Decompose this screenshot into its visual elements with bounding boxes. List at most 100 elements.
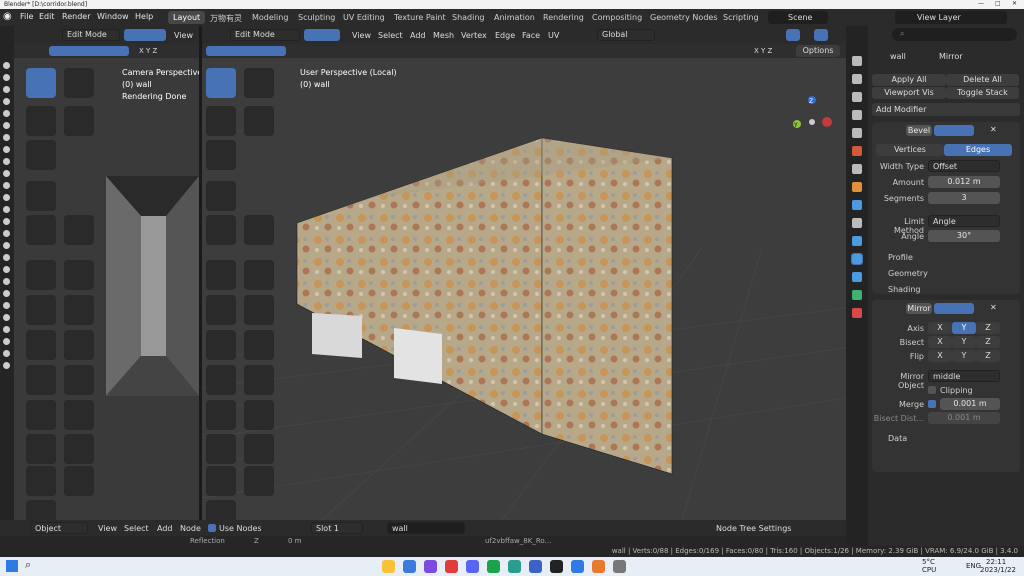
tool-button-icon[interactable] [206,365,236,395]
tool-button-icon[interactable] [26,365,56,395]
width-type-dropdown[interactable]: Offset [928,160,1000,172]
left-viewport[interactable]: Edit Mode View X Y Z Camera Perspective … [14,26,199,520]
menu-select[interactable]: Select [378,31,403,40]
axis-z-button[interactable]: Z [976,322,1000,334]
camera-visibility-icon[interactable] [3,98,10,105]
menu-face[interactable]: Face [522,31,540,40]
tool-button-icon[interactable] [26,106,56,136]
properties-search[interactable]: ⌕ [892,28,1017,41]
tool-button-icon[interactable] [26,400,56,430]
clipping-checkbox[interactable] [928,386,936,394]
axis-y-button[interactable]: Y [952,322,976,334]
bisect-x-button[interactable]: X [928,336,952,348]
properties-tab-icon[interactable] [852,290,862,300]
tab-wanwu[interactable]: 万物有灵 [205,11,247,24]
tab-animation[interactable]: Animation [489,11,540,24]
taskbar-app-icon[interactable] [466,560,479,573]
bevel-visibility-buttons[interactable] [934,125,974,136]
bevel-name-field[interactable]: Bevel [906,125,932,136]
use-nodes-checkbox[interactable] [208,524,216,532]
overlay-toggle-icon[interactable] [814,29,828,41]
tool-button-icon[interactable] [244,68,274,98]
properties-tab-icon[interactable] [852,74,862,84]
taskbar-app-icon[interactable] [424,560,437,573]
material-field[interactable]: wall [387,522,465,534]
shader-menu-node[interactable]: Node [180,524,201,533]
camera-visibility-icon[interactable] [3,290,10,297]
tool-button-icon[interactable] [206,140,236,170]
menu-render[interactable]: Render [62,12,90,21]
taskbar-app-icon[interactable] [508,560,521,573]
start-icon[interactable] [6,560,18,572]
taskbar-search-icon[interactable]: ⌕ [25,558,31,572]
tool-button-icon[interactable] [64,260,94,290]
apply-all-button[interactable]: Apply All [872,74,946,86]
properties-tab-icon[interactable] [852,92,862,102]
tool-button-icon[interactable] [206,260,236,290]
segments-field[interactable]: 3 [928,192,1000,204]
tool-button-icon[interactable] [26,330,56,360]
delete-all-button[interactable]: Delete All [946,74,1019,86]
properties-tab-icon[interactable] [852,200,862,210]
taskbar-app-icon[interactable] [529,560,542,573]
mirror-object-field[interactable]: middle [928,370,1000,382]
amount-field[interactable]: 0.012 m [928,176,1000,188]
properties-tab-icon[interactable] [852,146,862,156]
taskbar-app-icon[interactable] [487,560,500,573]
tool-button-icon[interactable] [26,466,56,496]
tool-button-icon[interactable] [244,365,274,395]
flip-y-button[interactable]: Y [952,350,976,362]
tool-button-icon[interactable] [206,68,236,98]
limit-method-dropdown[interactable]: Angle [928,215,1000,227]
camera-visibility-icon[interactable] [3,74,10,81]
tool-button-icon[interactable] [244,295,274,325]
main-select-mode-buttons[interactable] [304,29,340,41]
menu-window[interactable]: Window [97,12,129,21]
tab-shading[interactable]: Shading [447,11,490,24]
camera-visibility-icon[interactable] [3,314,10,321]
tool-button-icon[interactable] [64,330,94,360]
tool-button-icon[interactable] [26,295,56,325]
profile-subpanel[interactable]: Profile [888,253,913,262]
mirror-name-field[interactable]: Mirror [906,303,932,314]
left-snap-buttons[interactable] [49,46,129,56]
taskbar-app-icon[interactable] [445,560,458,573]
tool-button-icon[interactable] [244,400,274,430]
menu-edit[interactable]: Edit [39,12,55,21]
tool-button-icon[interactable] [64,215,94,245]
tool-button-icon[interactable] [244,434,274,464]
main-mode-dropdown[interactable]: Edit Mode [230,29,300,41]
tool-button-icon[interactable] [64,400,94,430]
view-layer-selector[interactable]: View Layer [895,11,1007,24]
options-button[interactable]: Options [796,45,840,57]
bevel-delete-icon[interactable]: ✕ [990,125,997,134]
left-view-menu[interactable]: View [174,31,193,40]
shader-menu-add[interactable]: Add [157,524,173,533]
tool-button-icon[interactable] [64,295,94,325]
properties-tab-icon[interactable] [852,110,862,120]
tab-edges[interactable]: Edges [944,144,1012,156]
camera-visibility-icon[interactable] [3,194,10,201]
navigation-gizmo[interactable]: Z Y [793,96,832,129]
camera-visibility-icon[interactable] [3,338,10,345]
tab-rendering[interactable]: Rendering [538,11,589,24]
tool-button-icon[interactable] [206,106,236,136]
tool-button-icon[interactable] [244,106,274,136]
gizmo-toggle-icon[interactable] [786,29,800,41]
tool-button-icon[interactable] [206,295,236,325]
properties-tab-icon[interactable] [852,56,862,66]
camera-visibility-icon[interactable] [3,302,10,309]
tool-button-icon[interactable] [244,330,274,360]
menu-edge[interactable]: Edge [495,31,515,40]
tool-button-icon[interactable] [26,500,56,520]
tab-scripting[interactable]: Scripting [718,11,764,24]
camera-visibility-icon[interactable] [3,134,10,141]
camera-visibility-icon[interactable] [3,266,10,273]
bisect-distance-field[interactable]: 0.001 m [928,412,1000,424]
tab-vertices[interactable]: Vertices [876,144,944,156]
tool-button-icon[interactable] [206,500,236,520]
tab-layout[interactable]: Layout [168,11,206,24]
tab-modeling[interactable]: Modeling [247,11,293,24]
tool-button-icon[interactable] [206,215,236,245]
flip-x-button[interactable]: X [928,350,952,362]
